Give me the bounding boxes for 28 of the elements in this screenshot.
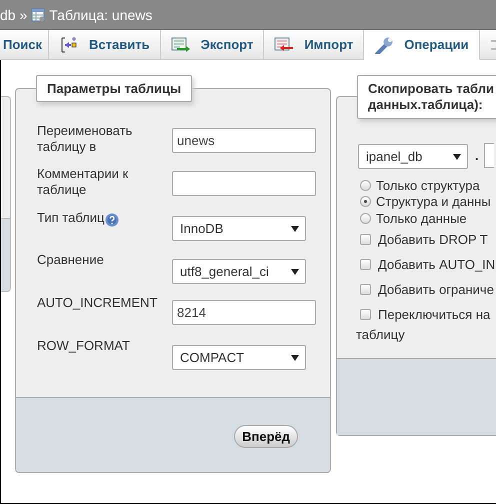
dropdown[interactable]: ipanel_db xyxy=(358,144,468,169)
field-label: Переименовать таблицу в xyxy=(37,123,134,155)
input-field[interactable]: unews xyxy=(172,128,316,153)
separator-dot: . xyxy=(475,148,479,163)
field-label: Тип таблиц xyxy=(37,210,104,226)
go-button[interactable]: Вперёд xyxy=(234,424,298,448)
dropdown[interactable]: COMPACT xyxy=(172,345,306,370)
option-label: Добавить DROP T xyxy=(378,232,488,246)
dropdown[interactable]: utf8_general_ci xyxy=(172,259,306,284)
field-label: Сравнение xyxy=(37,252,104,268)
breadcrumb-link[interactable]: db » xyxy=(0,6,28,22)
field-label: AUTO_INCREMENT xyxy=(37,295,158,311)
field-label: ROW_FORMAT xyxy=(37,338,130,354)
panel-legend: Скопировать табли данных.таблица): xyxy=(357,75,496,119)
field-label: Комментарии к таблице xyxy=(37,166,130,198)
option-label: Переключиться на xyxy=(378,306,490,322)
option-label: Добавить AUTO_IN xyxy=(378,256,496,272)
panel-legend: Параметры таблицы xyxy=(36,75,192,102)
option-label: таблицу xyxy=(356,326,406,342)
option-label: Добавить ограниче xyxy=(378,282,494,296)
dropdown[interactable]: InnoDB xyxy=(172,216,306,241)
page-title: Таблица: unews xyxy=(49,6,152,22)
option-label: Только структура xyxy=(376,178,480,193)
option-label: Структура и данны xyxy=(376,194,491,210)
tab[interactable]: Экспорт xyxy=(160,30,264,59)
option-label: Только данные xyxy=(376,210,467,226)
tab[interactable]: Операции xyxy=(364,30,480,60)
input-field[interactable]: 8214 xyxy=(172,300,316,325)
